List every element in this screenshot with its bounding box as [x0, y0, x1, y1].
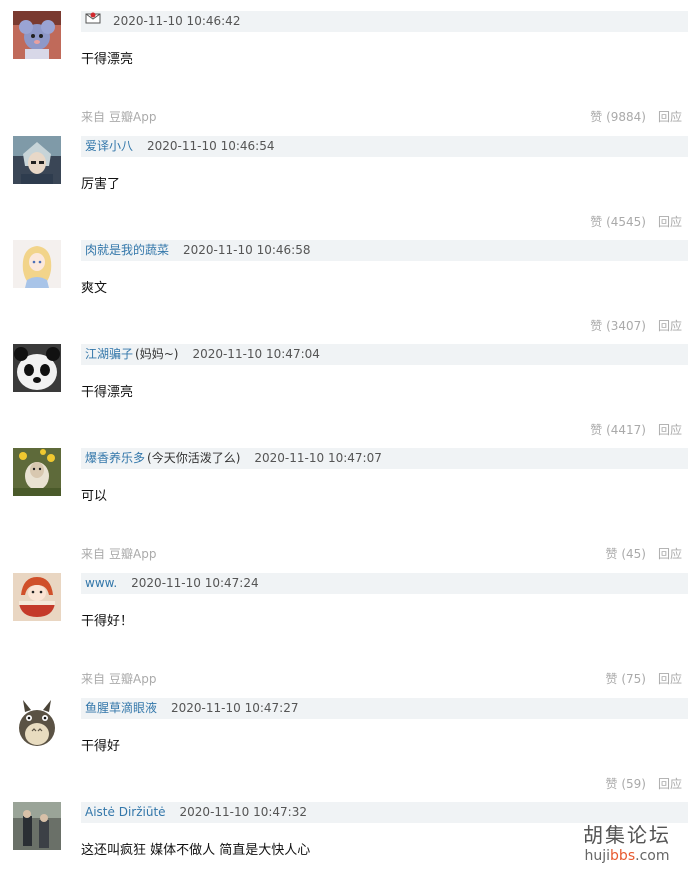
user-name-link[interactable]: 江湖骗子 [85, 347, 133, 361]
source-app-link[interactable]: 豆瓣App [109, 110, 156, 124]
watermark-url-part: .com [635, 848, 670, 864]
comment-content: 干得漂亮 [81, 385, 134, 400]
watermark-site-name: 胡集论坛 [583, 823, 671, 847]
comment-footer: 赞 (4417) 回应 [81, 420, 688, 440]
comment-time: 2020-11-10 10:47:07 [254, 451, 382, 465]
watermark-site-url: hujibbs.com [560, 847, 694, 865]
like-button[interactable]: 赞 (9884) [590, 110, 646, 124]
comment-source: 来自 豆瓣App [81, 107, 156, 127]
source-prefix: 来自 [81, 672, 106, 686]
avatar-totoro-icon [13, 698, 61, 746]
comment-footer: 来自 豆瓣App 赞 (75) 回应 [81, 669, 688, 689]
avatar[interactable] [13, 136, 61, 184]
avatar-people-photo-icon [13, 802, 61, 850]
reply-button[interactable]: 回应 [658, 777, 682, 791]
comment-content: 这还叫疯狂 媒体不做人 简直是大快人心 [81, 843, 311, 858]
comment-time: 2020-11-10 10:46:42 [113, 14, 241, 28]
comment-content: 干得漂亮 [81, 52, 134, 67]
comment-time: 2020-11-10 10:47:32 [179, 805, 307, 819]
comment-footer: 赞 (3407) 回应 [81, 316, 688, 336]
comment-header: 江湖骗子 (妈妈~) 2020-11-10 10:47:04 [81, 344, 688, 365]
avatar-blonde-girl-icon [13, 240, 61, 288]
site-watermark: 胡集论坛 hujibbs.com [560, 823, 694, 865]
source-app-link[interactable]: 豆瓣App [109, 672, 156, 686]
comment-content: 爽文 [81, 281, 108, 296]
comment-footer: 赞 (4545) 回应 [81, 212, 688, 232]
comment-header: 鱼腥草滴眼液 2020-11-10 10:47:27 [81, 698, 688, 719]
comment-footer: 来自 豆瓣App 赞 (9884) 回应 [81, 107, 688, 127]
avatar-panda-icon [13, 344, 61, 392]
watermark-url-part: bbs [610, 848, 636, 864]
avatar[interactable] [13, 448, 61, 496]
like-button[interactable]: 赞 (4417) [590, 423, 646, 437]
user-name-link[interactable]: 爱译小八 [85, 139, 133, 153]
avatar[interactable] [13, 573, 61, 621]
avatar[interactable] [13, 698, 61, 746]
user-signature: (妈妈~) [135, 347, 179, 361]
comment-content: 干得好 [81, 739, 121, 754]
comment-header: 爆香养乐多 (今天你活泼了么) 2020-11-10 10:47:07 [81, 448, 688, 469]
user-name-link[interactable]: Aistė Diržiūtė [85, 805, 166, 819]
watermark-url-part: huji [584, 848, 611, 864]
avatar[interactable] [13, 802, 61, 850]
envelope-icon [85, 10, 101, 31]
comment-actions: 赞 (59) 回应 [606, 774, 682, 794]
like-button[interactable]: 赞 (3407) [590, 319, 646, 333]
reply-button[interactable]: 回应 [658, 547, 682, 561]
comment-content: 厉害了 [81, 177, 121, 192]
avatar-mouse-icon [13, 11, 61, 59]
like-button[interactable]: 赞 (4545) [590, 215, 646, 229]
avatar-ramen-girl-icon [13, 573, 61, 621]
reply-button[interactable]: 回应 [658, 110, 682, 124]
avatar-anime-boy-icon [13, 136, 61, 184]
comment-time: 2020-11-10 10:47:24 [131, 576, 259, 590]
comment-actions: 赞 (45) 回应 [606, 544, 682, 564]
user-signature: (今天你活泼了么) [147, 451, 241, 465]
like-button[interactable]: 赞 (75) [606, 672, 646, 686]
comment-time: 2020-11-10 10:46:54 [147, 139, 275, 153]
like-button[interactable]: 赞 (59) [606, 777, 646, 791]
user-name-link[interactable]: 肉就是我的蔬菜 [85, 243, 169, 257]
user-name-link[interactable]: 爆香养乐多 [85, 451, 145, 465]
reply-button[interactable]: 回应 [658, 423, 682, 437]
comment-footer: 赞 (59) 回应 [81, 774, 688, 794]
comment-actions: 赞 (4545) 回应 [590, 212, 682, 232]
reply-button[interactable]: 回应 [658, 215, 682, 229]
avatar[interactable] [13, 240, 61, 288]
comment-footer: 来自 豆瓣App 赞 (45) 回应 [81, 544, 688, 564]
comment-actions: 赞 (9884) 回应 [590, 107, 682, 127]
comment-header: www. 2020-11-10 10:47:24 [81, 573, 688, 594]
avatar-lamb-icon [13, 448, 61, 496]
comment-actions: 赞 (3407) 回应 [590, 316, 682, 336]
comment-header: 2020-11-10 10:46:42 [81, 11, 688, 32]
reply-button[interactable]: 回应 [658, 672, 682, 686]
comment-header: 肉就是我的蔬菜 2020-11-10 10:46:58 [81, 240, 688, 261]
user-name-link[interactable]: 鱼腥草滴眼液 [85, 701, 157, 715]
like-button[interactable]: 赞 (45) [606, 547, 646, 561]
comment-time: 2020-11-10 10:46:58 [183, 243, 311, 257]
comment-actions: 赞 (4417) 回应 [590, 420, 682, 440]
comment-time: 2020-11-10 10:47:04 [192, 347, 320, 361]
reply-button[interactable]: 回应 [658, 319, 682, 333]
comment-source: 来自 豆瓣App [81, 544, 156, 564]
source-prefix: 来自 [81, 547, 106, 561]
avatar[interactable] [13, 344, 61, 392]
comment-actions: 赞 (75) 回应 [606, 669, 682, 689]
comment-header: 爱译小八 2020-11-10 10:46:54 [81, 136, 688, 157]
user-name-link[interactable]: www. [85, 576, 117, 590]
source-app-link[interactable]: 豆瓣App [109, 547, 156, 561]
source-prefix: 来自 [81, 110, 106, 124]
comment-content: 干得好！ [81, 614, 134, 629]
avatar[interactable] [13, 11, 61, 59]
comment-content: 可以 [81, 489, 108, 504]
comment-source: 来自 豆瓣App [81, 669, 156, 689]
comment-header: Aistė Diržiūtė 2020-11-10 10:47:32 [81, 802, 688, 823]
comment-time: 2020-11-10 10:47:27 [171, 701, 299, 715]
